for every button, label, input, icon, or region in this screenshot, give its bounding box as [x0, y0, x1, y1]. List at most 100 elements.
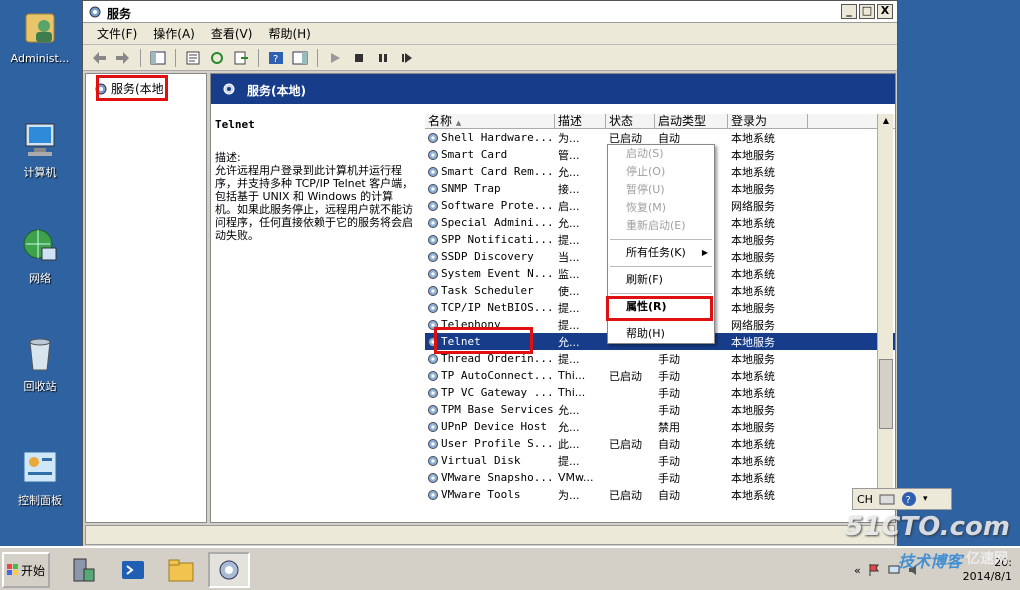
minimize-button[interactable]: _: [841, 4, 857, 19]
restart-icon: [402, 52, 412, 63]
services-list-header: 名称 ▲ 描述 状态 启动类型 登录为: [425, 114, 895, 129]
service-name: Virtual Disk: [441, 454, 521, 467]
column-header-description[interactable]: 描述: [555, 114, 606, 128]
svg-text:?: ?: [905, 495, 910, 506]
forward-button[interactable]: [113, 48, 133, 68]
stop-service-button[interactable]: [349, 48, 369, 68]
help-icon[interactable]: ?: [901, 491, 917, 507]
service-gear-icon: [428, 455, 438, 466]
column-header-name[interactable]: 名称 ▲: [425, 114, 555, 128]
service-description: 允...: [558, 420, 580, 434]
service-row[interactable]: UPnP Device Host 允... 禁用 本地服务: [425, 418, 895, 435]
service-logon-as: 本地系统: [731, 471, 775, 485]
refresh-icon: [211, 51, 223, 64]
service-row[interactable]: VMware Tools 为... 已启动 自动 本地系统: [425, 486, 895, 503]
back-button[interactable]: [89, 48, 109, 68]
taskbar-powershell[interactable]: [112, 552, 154, 588]
service-name: TP AutoConnect...: [441, 369, 554, 382]
service-startup-type: 手动: [658, 386, 680, 400]
menu-help[interactable]: 帮助(H): [260, 25, 318, 42]
menu-bar: 文件(F) 操作(A) 查看(V) 帮助(H): [83, 23, 897, 45]
computer-icon: [20, 120, 60, 160]
desktop-icon-recycle-bin[interactable]: 回收站: [0, 334, 80, 394]
service-logon-as: 本地服务: [731, 182, 775, 196]
service-name-cell: User Profile S...: [425, 437, 555, 450]
services-list-scrollbar[interactable]: ▲: [877, 114, 893, 498]
export-list-button[interactable]: [231, 48, 251, 68]
service-gear-icon: [428, 183, 438, 194]
context-all-tasks[interactable]: 所有任务(K) ▶: [608, 244, 714, 262]
pause-icon: [379, 53, 387, 62]
taskbar-services[interactable]: [208, 552, 250, 588]
service-startup-type: 自动: [658, 437, 680, 451]
service-row[interactable]: TP VC Gateway ... Thi... 手动 本地系统: [425, 384, 895, 401]
service-row[interactable]: VMware Snapsho... VMw... 手动 本地系统: [425, 469, 895, 486]
start-service-button[interactable]: [325, 48, 345, 68]
service-row[interactable]: User Profile S... 此... 已启动 自动 本地系统: [425, 435, 895, 452]
desktop-icon-admin[interactable]: Administ...: [0, 8, 80, 65]
maximize-button[interactable]: □: [859, 4, 875, 19]
service-logon-as: 本地服务: [731, 250, 775, 264]
menu-view[interactable]: 查看(V): [203, 25, 261, 42]
service-startup-type: 手动: [658, 471, 680, 485]
service-description: 允...: [558, 403, 580, 417]
scrollbar-thumb[interactable]: [879, 359, 893, 429]
taskbar-server-manager[interactable]: [62, 552, 104, 588]
menu-action[interactable]: 操作(A): [145, 25, 203, 42]
scroll-up-arrow[interactable]: ▲: [878, 114, 894, 128]
context-pause[interactable]: 暂停(U): [608, 181, 714, 199]
desktop-icon-computer[interactable]: 计算机: [0, 120, 80, 180]
window-titlebar[interactable]: 服务 _ □ X: [83, 1, 897, 23]
context-stop[interactable]: 停止(O): [608, 163, 714, 181]
column-header-logon-as[interactable]: 登录为: [728, 114, 808, 128]
context-refresh[interactable]: 刷新(F): [608, 271, 714, 289]
context-help[interactable]: 帮助(H): [608, 325, 714, 343]
desktop-icon-control-panel[interactable]: 控制面板: [0, 448, 80, 508]
service-gear-icon: [428, 251, 438, 262]
service-startup-type: 手动: [658, 352, 680, 366]
service-logon-as: 本地服务: [731, 352, 775, 366]
column-header-status[interactable]: 状态: [606, 114, 655, 128]
start-button[interactable]: 开始: [2, 552, 50, 588]
column-header-startup-type[interactable]: 启动类型: [655, 114, 728, 128]
service-row[interactable]: TPM Base Services 允... 手动 本地服务: [425, 401, 895, 418]
service-description: 为...: [558, 131, 580, 145]
pause-service-button[interactable]: [373, 48, 393, 68]
properties-toolbar-button[interactable]: [183, 48, 203, 68]
desktop-icon-network[interactable]: 网络: [0, 226, 80, 286]
show-action-pane-button[interactable]: [290, 48, 310, 68]
desktop-icon-label: 计算机: [23, 166, 57, 179]
context-resume[interactable]: 恢复(M): [608, 199, 714, 217]
service-name: Software Prote...: [441, 199, 554, 212]
help-toolbar-button[interactable]: ?: [266, 48, 286, 68]
service-logon-as: 本地系统: [731, 454, 775, 468]
service-gear-icon: [428, 421, 438, 432]
menu-divider: [610, 266, 712, 267]
service-row[interactable]: Virtual Disk 提... 手动 本地系统: [425, 452, 895, 469]
taskbar-explorer[interactable]: [160, 552, 202, 588]
menu-file[interactable]: 文件(F): [89, 25, 145, 42]
service-name-cell: TP VC Gateway ...: [425, 386, 555, 399]
show-hide-console-tree-button[interactable]: [148, 48, 168, 68]
service-logon-as: 本地服务: [731, 148, 775, 162]
action-center-flag-icon[interactable]: [867, 563, 881, 577]
network-globe-icon: [20, 226, 60, 266]
langbar-options-icon[interactable]: ▾: [923, 494, 928, 504]
close-button[interactable]: X: [877, 4, 893, 19]
tray-expand-icon[interactable]: «: [854, 564, 861, 577]
language-indicator[interactable]: CH: [857, 493, 873, 506]
context-start[interactable]: 启动(S): [608, 145, 714, 163]
context-restart[interactable]: 重新启动(E): [608, 217, 714, 235]
service-gear-icon: [428, 285, 438, 296]
service-row[interactable]: TP AutoConnect... Thi... 已启动 手动 本地系统: [425, 367, 895, 384]
refresh-toolbar-button[interactable]: [207, 48, 227, 68]
service-startup-type: 禁用: [658, 420, 680, 434]
service-startup-type: 手动: [658, 454, 680, 468]
keyboard-icon[interactable]: [879, 492, 895, 506]
description-text: 允许远程用户登录到此计算机并运行程序，并支持多种 TCP/IP Telnet 客…: [215, 164, 414, 242]
service-name-cell: SNMP Trap: [425, 182, 555, 195]
restart-service-button[interactable]: [397, 48, 417, 68]
services-gear-icon: [223, 83, 235, 95]
service-description: 为...: [558, 488, 580, 502]
recycle-bin-icon: [20, 334, 60, 374]
